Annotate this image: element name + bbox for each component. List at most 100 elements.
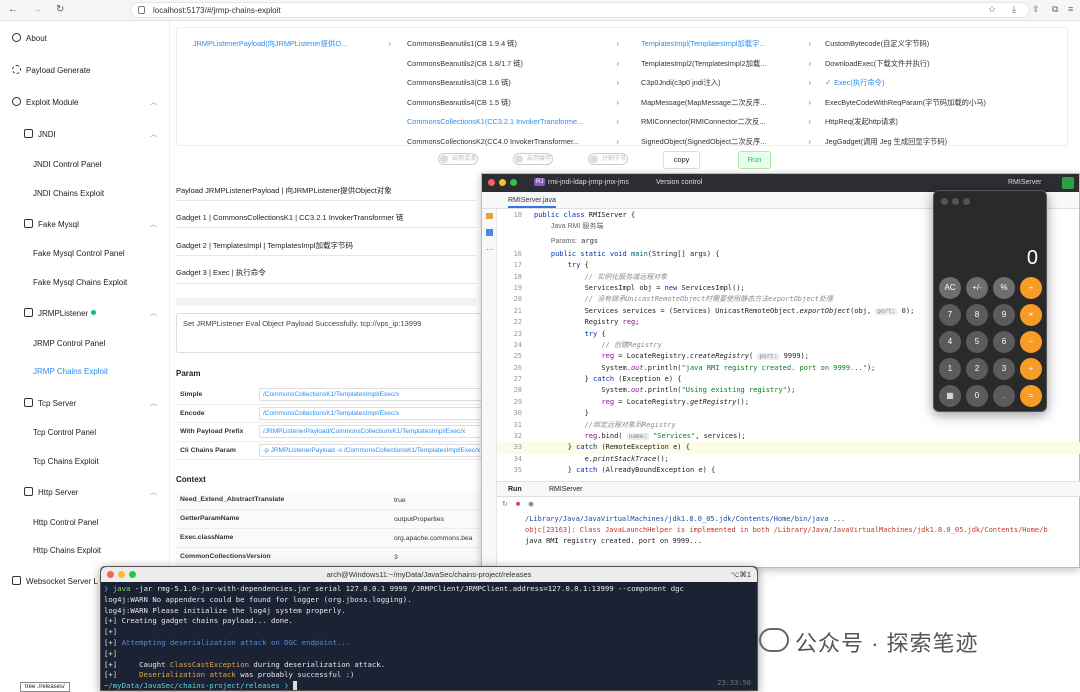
copy-button[interactable]: copy: [663, 151, 700, 169]
sidebar-item-jndi[interactable]: JNDI: [24, 129, 56, 139]
back-button[interactable]: ←: [8, 4, 18, 15]
sidebar-item-jrmplistener[interactable]: JRMPListener: [24, 308, 97, 318]
chevron-up-icon[interactable]: ︿: [150, 219, 157, 229]
sidebar-item-http-chains[interactable]: Http Chains Exploit: [33, 546, 101, 555]
calculator-key[interactable]: ÷: [1020, 277, 1042, 299]
calculator-key[interactable]: 4: [939, 331, 961, 353]
param-value-field[interactable]: -p JRMPListenerPayload -s /CommonsCollec…: [259, 443, 499, 457]
sidebar-item-fake-mysql-chains[interactable]: Fake Mysql Chains Exploit: [33, 278, 127, 287]
calculator-key[interactable]: 5: [966, 331, 988, 353]
structure-icon[interactable]: [486, 229, 493, 236]
toggle-obfuscate[interactable]: 启用混淆: [438, 153, 478, 165]
sidebar-item-exploit-module[interactable]: Exploit Module: [12, 97, 78, 107]
chevron-up-icon[interactable]: ︿: [150, 487, 157, 497]
cascader-option[interactable]: CommonsCollectionsK2(CC4.0 InvokerTransf…: [407, 132, 619, 152]
chevron-up-icon[interactable]: ︿: [150, 398, 157, 408]
param-value-field[interactable]: /JRMPListenerPayload/CommonsCollectionsK…: [259, 425, 499, 438]
zoom-window-button[interactable]: [510, 179, 517, 186]
tab-rmiserver-java[interactable]: RMIServer.java: [508, 197, 556, 208]
close-window-button[interactable]: [107, 571, 114, 578]
run-icon[interactable]: [1062, 177, 1074, 189]
minimize-window-button[interactable]: [118, 571, 125, 578]
cascader-option[interactable]: RMIConnector(RMIConnector二次反... ›: [641, 112, 811, 132]
sidebar-item-jrmp-control[interactable]: JRMP Control Panel: [33, 339, 105, 348]
forward-button[interactable]: →: [32, 4, 42, 15]
page-info-icon[interactable]: [138, 6, 145, 14]
share-icon[interactable]: ⧉: [1052, 4, 1058, 15]
zoom-window-button[interactable]: [963, 198, 970, 205]
zoom-window-button[interactable]: [129, 571, 136, 578]
calculator-key[interactable]: 7: [939, 304, 961, 326]
calculator-key[interactable]: ×: [1020, 304, 1042, 326]
more-icon[interactable]: ⋯: [486, 245, 494, 254]
cascader-option[interactable]: HttpReq(发起http请求): [825, 112, 1061, 132]
sidebar-item-jndi-chains[interactable]: JNDI Chains Exploit: [33, 189, 104, 198]
bookmark-star-icon[interactable]: ☆: [988, 4, 996, 15]
download-icon[interactable]: ⤓: [1012, 4, 1016, 15]
cascader-option[interactable]: CommonsBeanutils3(CB 1.6 链) ›: [407, 73, 619, 93]
chevron-up-icon[interactable]: ︿: [150, 97, 157, 107]
toggle-split[interactable]: 分割字节: [588, 153, 628, 165]
folder-icon[interactable]: [486, 213, 493, 219]
stop-icon[interactable]: ■: [516, 501, 520, 508]
sidebar-item-fake-mysql[interactable]: Fake Mysql: [24, 219, 79, 229]
sidebar-item-tcp-server[interactable]: Tcp Server: [24, 398, 76, 408]
cascader-option[interactable]: TemplatesImpl(TemplatesImpl加载字... ›: [641, 34, 811, 54]
menu-icon[interactable]: ≡: [1068, 4, 1073, 14]
calculator-key[interactable]: −: [1020, 331, 1042, 353]
sidebar-item-websocket[interactable]: Websocket Server L: [12, 576, 98, 586]
chevron-up-icon[interactable]: ︿: [150, 129, 157, 139]
param-value-field[interactable]: /CommonsCollectionsK1/TemplatesImpl/Exec…: [259, 388, 499, 401]
sidebar-item-about[interactable]: About: [12, 33, 47, 43]
terminal-output[interactable]: ❯ java -jar rmg-5.1.0-jar-with-dependenc…: [104, 584, 754, 692]
cascader-option[interactable]: SignedObject(SignedObject二次反序... ›: [641, 132, 811, 152]
console-output[interactable]: /Library/Java/JavaVirtualMachines/jdk1.8…: [497, 514, 1080, 569]
close-window-button[interactable]: [488, 179, 495, 186]
toggle-cache[interactable]: 启用缓存: [513, 153, 553, 165]
calculator-key[interactable]: +/-: [966, 277, 988, 299]
run-config-tab[interactable]: RMIServer: [549, 486, 582, 493]
address-bar[interactable]: localhost:5173/#/jrmp-chains-exploit: [130, 2, 1030, 18]
sidebar-item-tcp-chains[interactable]: Tcp Chains Exploit: [33, 457, 99, 466]
calculator-key[interactable]: 8: [966, 304, 988, 326]
cascader-option[interactable]: JRMPListenerPayload(向JRMPListener提供O... ›: [193, 34, 391, 54]
sidebar-item-jndi-control[interactable]: JNDI Control Panel: [33, 160, 101, 169]
cascader-option[interactable]: DownloadExec(下载文件并执行): [825, 54, 1061, 74]
calculator-key[interactable]: 1: [939, 358, 961, 380]
reload-button[interactable]: ↻: [56, 4, 64, 15]
sidebar-item-payload-generate[interactable]: Payload Generate: [12, 65, 91, 75]
calculator-key[interactable]: %: [993, 277, 1015, 299]
cascader-option[interactable]: CommonsBeanutils4(CB 1.5 链) ›: [407, 93, 619, 113]
extensions-icon[interactable]: ⇪: [1032, 4, 1040, 15]
calculator-key[interactable]: 9: [993, 304, 1015, 326]
cascader-option[interactable]: C3p0Jndi(c3p0 jndi注入) ›: [641, 73, 811, 93]
cascader-option[interactable]: ExecByteCodeWithReqParam(字节码加载的小马): [825, 93, 1061, 113]
rerun-icon[interactable]: ↻: [502, 501, 508, 508]
sidebar-item-tcp-control[interactable]: Tcp Control Panel: [33, 428, 96, 437]
cascader-option[interactable]: CommonsCollectionsK1(CC3.2.1 InvokerTran…: [407, 112, 619, 132]
calculator-key[interactable]: 6: [993, 331, 1015, 353]
cascader-option[interactable]: CommonsBeanutils2(CB 1.8/1.7 链) ›: [407, 54, 619, 74]
calculator-key[interactable]: .: [993, 385, 1015, 407]
cascader-option[interactable]: TemplatesImpl2(TemplatesImpl2加载... ›: [641, 54, 811, 74]
param-value-field[interactable]: /CommonsCollectionsK1/TemplatesImpl/Exec…: [259, 406, 499, 420]
sidebar-item-jrmp-chains[interactable]: JRMP Chains Exploit: [33, 367, 108, 376]
sidebar-item-http-control[interactable]: Http Control Panel: [33, 518, 98, 527]
vcs-menu[interactable]: Version control: [656, 179, 702, 186]
sidebar-item-http-server[interactable]: Http Server: [24, 487, 78, 497]
close-window-button[interactable]: [941, 198, 948, 205]
sidebar-item-fake-mysql-control[interactable]: Fake Mysql Control Panel: [33, 249, 125, 258]
cascader-option[interactable]: JegGadget(调用 Jeg 生成回显字节码): [825, 132, 1061, 152]
cascader-option[interactable]: MapMessage(MapMessage二次反序... ›: [641, 93, 811, 113]
cascader-option[interactable]: ✓ Exec(执行命令): [825, 73, 1061, 93]
calculator-key[interactable]: =: [1020, 385, 1042, 407]
calculator-key[interactable]: +: [1020, 358, 1042, 380]
calculator-key[interactable]: AC: [939, 277, 961, 299]
result-textarea[interactable]: Set JRMPListener Eval Object Payload Suc…: [176, 313, 496, 353]
run-config-select[interactable]: RMIServer: [1008, 179, 1041, 186]
project-name[interactable]: rmi-jndi-ldap-jrmp-jmx-jms: [548, 179, 629, 186]
camera-icon[interactable]: ◉: [528, 501, 534, 508]
minimize-window-button[interactable]: [952, 198, 959, 205]
chevron-up-icon[interactable]: ︿: [150, 308, 157, 318]
run-tab[interactable]: Run: [508, 486, 522, 493]
